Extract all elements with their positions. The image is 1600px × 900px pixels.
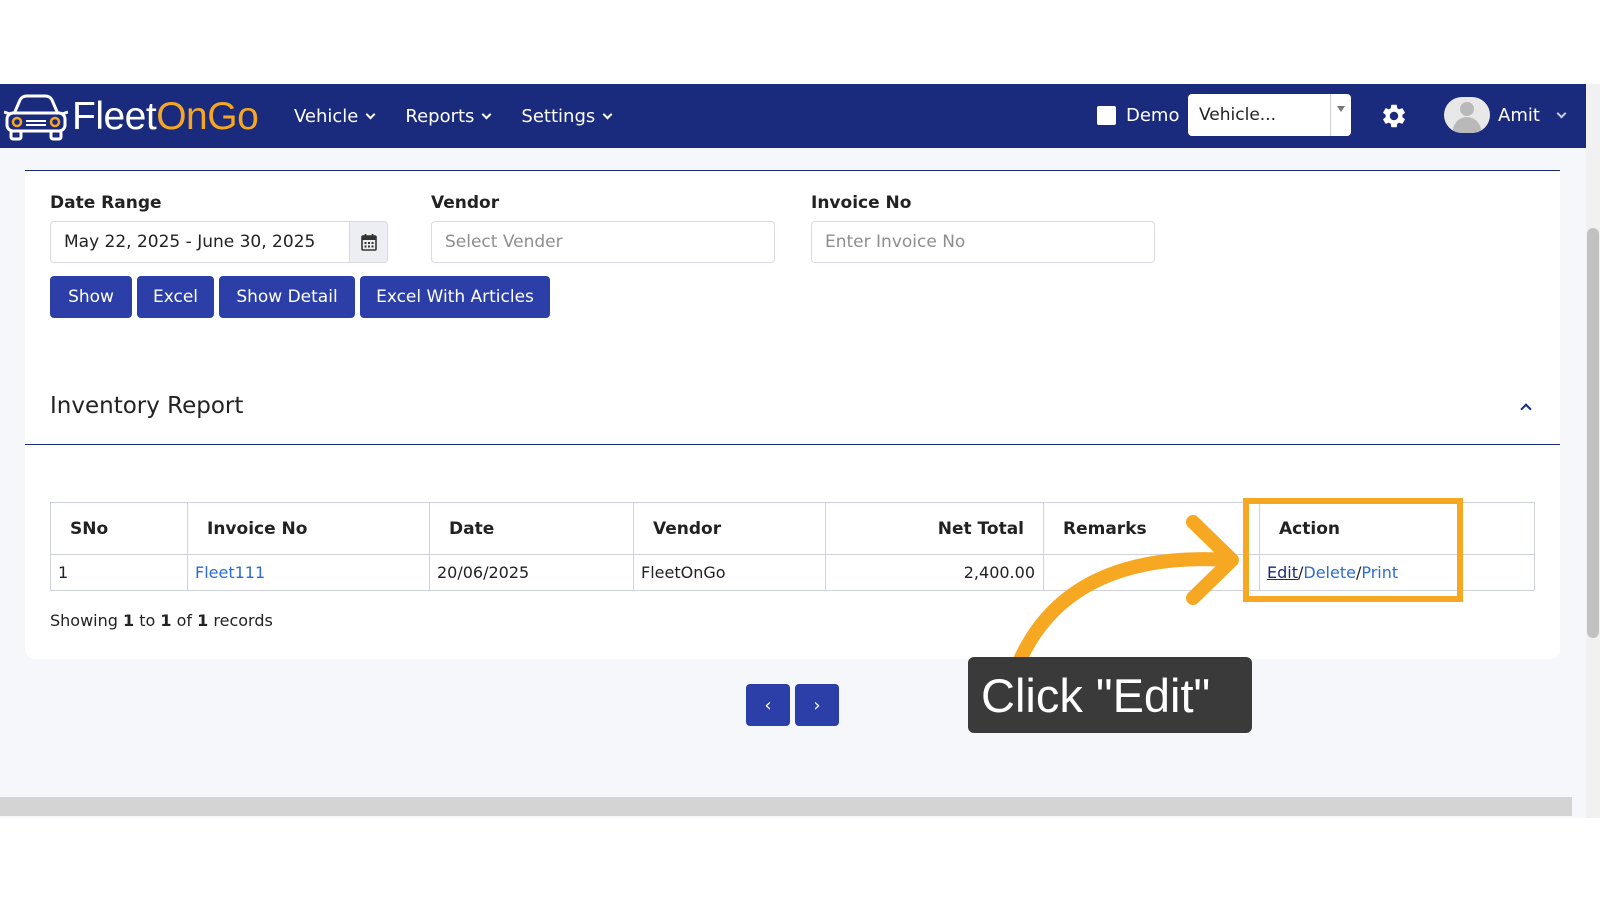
chevron-down-icon	[1556, 108, 1567, 118]
top-navbar: FleetOnGo Vehicle Reports Settings Demo …	[0, 84, 1586, 148]
edit-highlight-box	[1243, 498, 1463, 602]
cell-sno: 1	[50, 554, 188, 591]
chevron-right-icon: ›	[813, 694, 821, 716]
showing-to-word: to	[139, 611, 156, 630]
demo-label: Demo	[1126, 105, 1180, 126]
showing-of-word: of	[176, 611, 193, 630]
logo-on-text: On	[156, 95, 208, 138]
cell-invoice-no: Fleet111	[187, 554, 430, 591]
user-menu[interactable]: Amit	[1444, 97, 1567, 133]
nav-item-reports[interactable]: Reports	[405, 105, 492, 127]
show-button[interactable]: Show	[50, 276, 132, 318]
chevron-down-icon	[481, 109, 492, 119]
excel-button[interactable]: Excel	[137, 276, 214, 318]
car-logo-icon	[4, 94, 68, 141]
logo-wordmark: FleetOnGo	[72, 95, 259, 139]
showing-from: 1	[123, 611, 135, 630]
date-range-label: Date Range	[50, 193, 162, 213]
fleetongo-logo[interactable]: FleetOnGo	[4, 92, 259, 142]
nav-item-vehicle[interactable]: Vehicle	[294, 105, 376, 127]
calendar-button[interactable]	[350, 221, 388, 263]
instruction-callout: Click "Edit"	[968, 657, 1252, 733]
column-header-sno[interactable]: SNo	[50, 502, 188, 555]
vertical-scrollbar[interactable]	[1586, 84, 1600, 818]
column-header-vendor[interactable]: Vendor	[633, 502, 826, 555]
nav-item-settings[interactable]: Settings	[521, 105, 613, 127]
showing-prefix: Showing	[50, 611, 118, 630]
date-range-input[interactable]: May 22, 2025 - June 30, 2025	[50, 221, 350, 263]
records-summary: Showing 1 to 1 of 1 records	[50, 611, 273, 630]
showing-to: 1	[160, 611, 172, 630]
demo-checkbox[interactable]	[1097, 106, 1116, 125]
chevron-left-icon: ‹	[764, 694, 772, 716]
invoice-link[interactable]: Fleet111	[195, 563, 265, 582]
calendar-icon	[360, 234, 377, 251]
select-divider	[1330, 94, 1331, 136]
invoice-no-input[interactable]: Enter Invoice No	[811, 221, 1155, 263]
invoice-no-label: Invoice No	[811, 193, 912, 213]
show-detail-button[interactable]: Show Detail	[219, 276, 355, 318]
chevron-up-icon[interactable]	[1520, 403, 1532, 415]
user-name: Amit	[1498, 104, 1540, 126]
main-menu: Vehicle Reports Settings	[294, 84, 613, 148]
avatar	[1444, 97, 1490, 133]
column-header-invoice-no[interactable]: Invoice No	[187, 502, 430, 555]
column-header-date[interactable]: Date	[429, 502, 634, 555]
logo-fleet-text: Fleet	[72, 95, 157, 138]
avatar-body	[1453, 117, 1481, 133]
report-header: Inventory Report	[25, 375, 1560, 445]
vendor-select[interactable]: Select Vender	[431, 221, 775, 263]
browser-viewport: FleetOnGo Vehicle Reports Settings Demo …	[0, 84, 1586, 818]
logo-go-text: Go	[207, 95, 259, 138]
showing-total: 1	[197, 611, 209, 630]
prev-page-button[interactable]: ‹	[746, 684, 790, 726]
scrollbar-thumb[interactable]	[1587, 228, 1599, 638]
gear-icon[interactable]	[1380, 102, 1408, 130]
vehicle-select-value: Vehicle...	[1199, 105, 1277, 125]
nav-item-label: Settings	[521, 105, 596, 127]
caret-down-icon	[1337, 106, 1345, 112]
report-title: Inventory Report	[50, 393, 244, 419]
nav-item-label: Vehicle	[294, 105, 359, 127]
curved-arrow-icon	[1013, 515, 1239, 667]
next-page-button[interactable]: ›	[795, 684, 839, 726]
excel-with-articles-button[interactable]: Excel With Articles	[360, 276, 550, 318]
vendor-label: Vendor	[431, 193, 500, 213]
cell-vendor: FleetOnGo	[633, 554, 826, 591]
avatar-head	[1460, 102, 1474, 116]
chevron-down-icon	[602, 109, 613, 119]
cell-date: 20/06/2025	[429, 554, 634, 591]
vehicle-select[interactable]: Vehicle...	[1188, 94, 1351, 136]
nav-item-label: Reports	[405, 105, 475, 127]
showing-suffix: records	[213, 611, 273, 630]
horizontal-scrollbar[interactable]	[0, 797, 1572, 816]
chevron-down-icon	[365, 109, 376, 119]
demo-toggle: Demo	[1097, 105, 1179, 126]
